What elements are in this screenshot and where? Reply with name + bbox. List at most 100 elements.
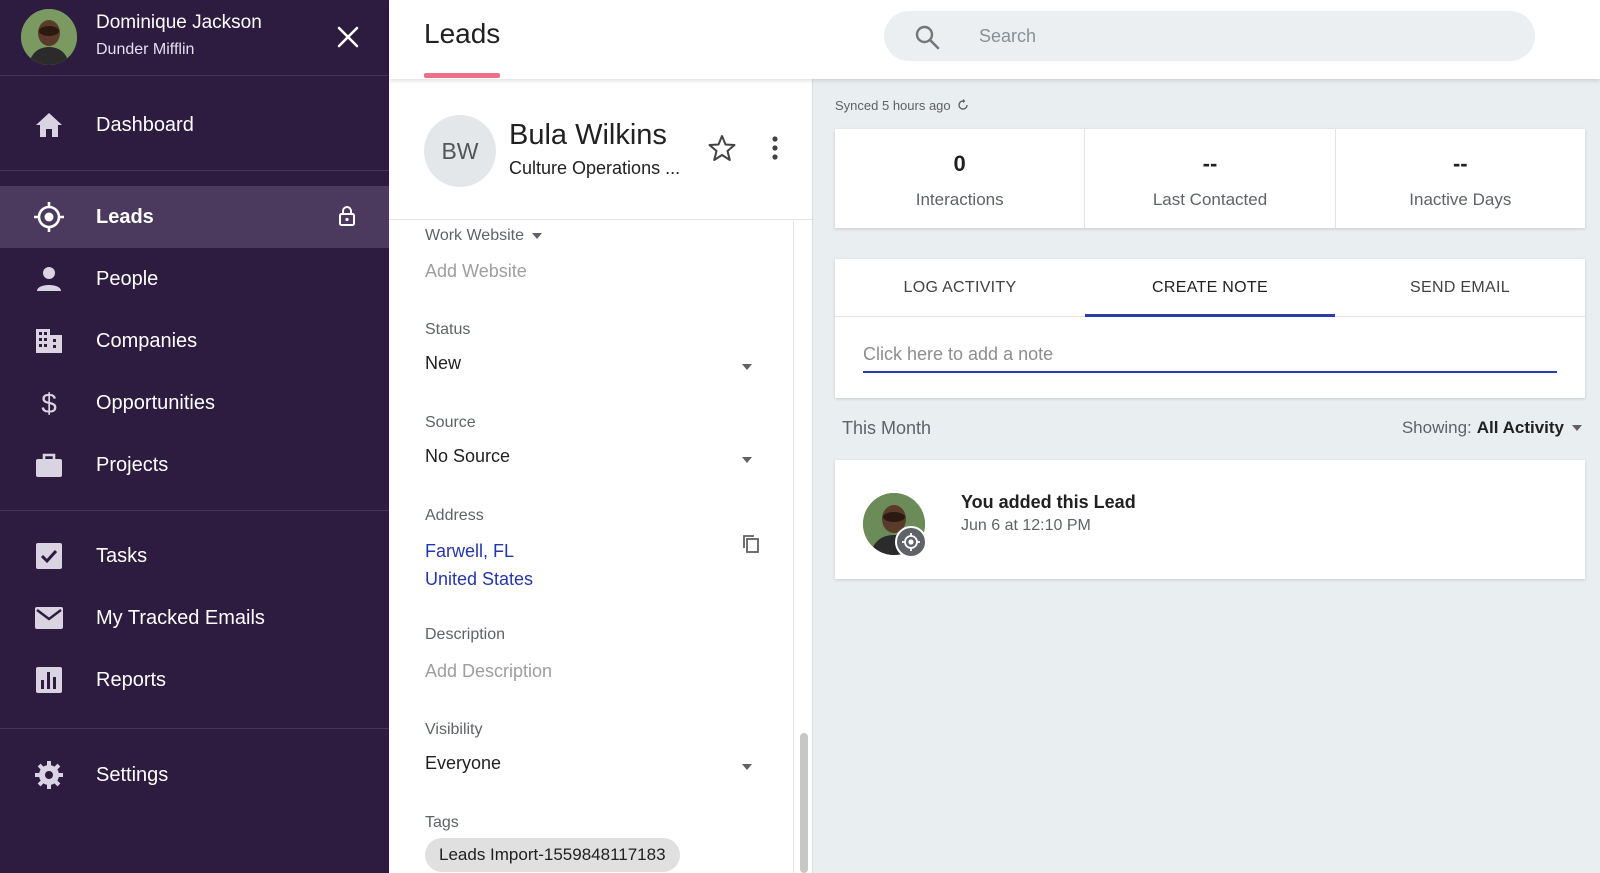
close-sidebar-button[interactable] [334,23,362,51]
sidebar-item-label: Settings [96,763,169,786]
lead-avatar: BW [424,115,496,187]
activity-time: Jun 6 at 12:10 PM [961,517,1091,534]
sync-text: Synced 5 hours ago [835,98,951,113]
note-card: LOG ACTIVITY CREATE NOTE SEND EMAIL [835,259,1585,398]
sidebar: Dominique Jackson Dunder Mifflin Dashboa… [0,0,389,873]
sidebar-item-label: Reports [96,668,167,691]
sidebar-divider [0,510,389,511]
copy-icon[interactable] [741,533,761,555]
lead-badge [895,526,927,558]
sidebar-item-dashboard[interactable]: Dashboard [0,94,389,156]
checkbox-icon [33,540,65,572]
description-label: Description [425,626,506,643]
page-title: Leads [424,18,501,49]
sidebar-item-people[interactable]: People [0,248,389,310]
sidebar-item-companies[interactable]: Companies [0,310,389,372]
tab-create-note[interactable]: CREATE NOTE [1085,259,1335,317]
dropdown-arrow-icon[interactable] [741,456,753,464]
tab-send-email[interactable]: SEND EMAIL [1335,259,1585,316]
search-icon [915,25,940,50]
search-box[interactable] [884,11,1535,61]
stat-last-contacted: -- Last Contacted [1085,129,1336,228]
stat-label: Last Contacted [1152,190,1268,209]
sidebar-item-label: Companies [96,329,198,352]
tag-chip[interactable]: Leads Import-1559848117183 [425,838,680,872]
stat-value: -- [1202,151,1218,176]
gear-icon [33,759,65,791]
stat-label: Interactions [915,190,1004,209]
stat-value: -- [1452,151,1468,176]
sidebar-item-opportunities[interactable]: $ Opportunities [0,372,389,434]
top-bar: Leads [389,0,1600,79]
user-name: Dominique Jackson [96,12,262,33]
sidebar-item-leads[interactable]: Leads [0,186,389,248]
sidebar-item-label: People [96,267,159,290]
building-icon [33,325,65,357]
sidebar-item-label: Tasks [96,544,148,567]
activity-filter-label: Showing: [1401,418,1472,437]
scrollbar-thumb[interactable] [800,733,808,873]
caret-down-icon [532,232,543,239]
sidebar-divider [0,170,389,171]
work-website-label[interactable]: Work Website [425,227,543,245]
stat-inactive-days: -- Inactive Days [1336,129,1585,228]
sidebar-item-label: Dashboard [96,113,194,136]
close-icon [337,26,359,48]
star-icon[interactable] [707,133,737,163]
dropdown-arrow-icon[interactable] [741,763,753,771]
sidebar-divider [0,75,389,76]
person-icon [33,263,65,295]
dollar-icon: $ [33,387,65,419]
sidebar-item-settings[interactable]: Settings [0,744,389,806]
user-avatar[interactable] [21,9,77,65]
sidebar-item-projects[interactable]: Projects [0,434,389,496]
refresh-icon[interactable] [957,99,969,111]
dropdown-arrow-icon[interactable] [741,363,753,371]
lock-icon[interactable] [336,205,358,227]
search-input[interactable] [979,11,1499,61]
sync-status: Synced 5 hours ago [835,98,969,113]
work-website-label-text: Work Website [425,227,524,244]
caret-down-icon [1572,425,1582,431]
status-label: Status [425,321,471,338]
stat-interactions: 0 Interactions [835,129,1086,228]
activity-filter-value: All Activity [1476,418,1564,437]
user-org: Dunder Mifflin [96,41,195,58]
address-line1[interactable]: Farwell, FL [425,541,514,562]
lead-detail-panel: BW Bula Wilkins Culture Operations ... W… [389,79,813,873]
activity-item[interactable]: You added this Lead Jun 6 at 12:10 PM [835,460,1585,579]
sidebar-item-tracked-emails[interactable]: My Tracked Emails [0,587,389,649]
status-select[interactable]: New [425,353,755,374]
lead-job-title: Culture Operations ... [509,158,681,178]
bar-chart-icon [33,664,65,696]
sidebar-item-label: Leads [96,205,154,228]
fields-scrollbar[interactable] [793,221,813,873]
lead-fields: Work Website Add Website Status New Sour… [389,221,793,873]
sidebar-item-tasks[interactable]: Tasks [0,525,389,587]
timeline-period: This Month [842,418,932,438]
stat-label: Inactive Days [1409,190,1512,209]
source-label: Source [425,414,476,431]
source-select[interactable]: No Source [425,446,755,467]
briefcase-icon [33,449,65,481]
more-vertical-icon[interactable] [765,133,785,163]
activity-tabs: LOG ACTIVITY CREATE NOTE SEND EMAIL [835,259,1585,317]
visibility-select[interactable]: Everyone [425,753,755,774]
activity-title: You added this Lead [961,492,1136,512]
address-label: Address [425,507,484,524]
sidebar-item-reports[interactable]: Reports [0,649,389,711]
stats-card: 0 Interactions -- Last Contacted -- Inac… [835,129,1585,228]
sidebar-header: Dominique Jackson Dunder Mifflin [0,0,389,75]
sidebar-item-label: Opportunities [96,391,215,414]
work-website-input[interactable]: Add Website [425,261,527,282]
sidebar-item-label: Projects [96,453,169,476]
tab-log-activity[interactable]: LOG ACTIVITY [835,259,1085,316]
crosshair-icon [902,533,920,551]
activity-filter[interactable]: Showing: All Activity [1402,418,1582,438]
crosshair-icon [33,201,65,233]
description-input[interactable]: Add Description [425,661,552,682]
note-input[interactable] [863,337,1557,373]
sidebar-divider [0,728,389,729]
tags-label: Tags [425,814,459,831]
address-line2[interactable]: United States [425,569,533,590]
